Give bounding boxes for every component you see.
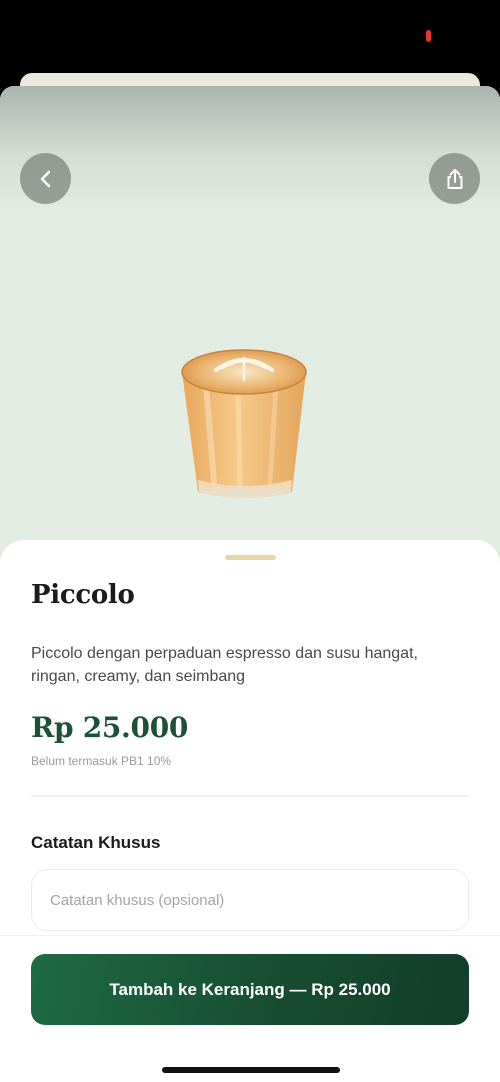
back-button[interactable] [20, 153, 71, 204]
notes-label: Catatan Khusus [31, 833, 161, 852]
product-price: Rp 25.000 [31, 711, 189, 744]
piccolo-image [181, 349, 307, 498]
add-to-cart-button[interactable]: Tambah ke Keranjang — Rp 25.000 [31, 954, 469, 1025]
tax-note: Belum termasuk PB1 10% [31, 754, 172, 768]
product-hero [0, 86, 500, 566]
product-title: Piccolo [31, 580, 135, 610]
notes-input[interactable] [31, 869, 469, 931]
divider [31, 795, 469, 797]
drag-handle[interactable] [225, 555, 276, 560]
share-icon [447, 168, 462, 189]
home-indicator [162, 1067, 340, 1073]
chevron-left-icon [40, 170, 50, 187]
share-button[interactable] [429, 153, 480, 204]
product-sheet: Piccolo Piccolo dengan perpaduan espress… [0, 86, 500, 1082]
footer-bar: Tambah ke Keranjang — Rp 25.000 [0, 935, 500, 1082]
recording-indicator [426, 30, 431, 42]
product-description: Piccolo dengan perpaduan espresso dan su… [31, 645, 418, 685]
